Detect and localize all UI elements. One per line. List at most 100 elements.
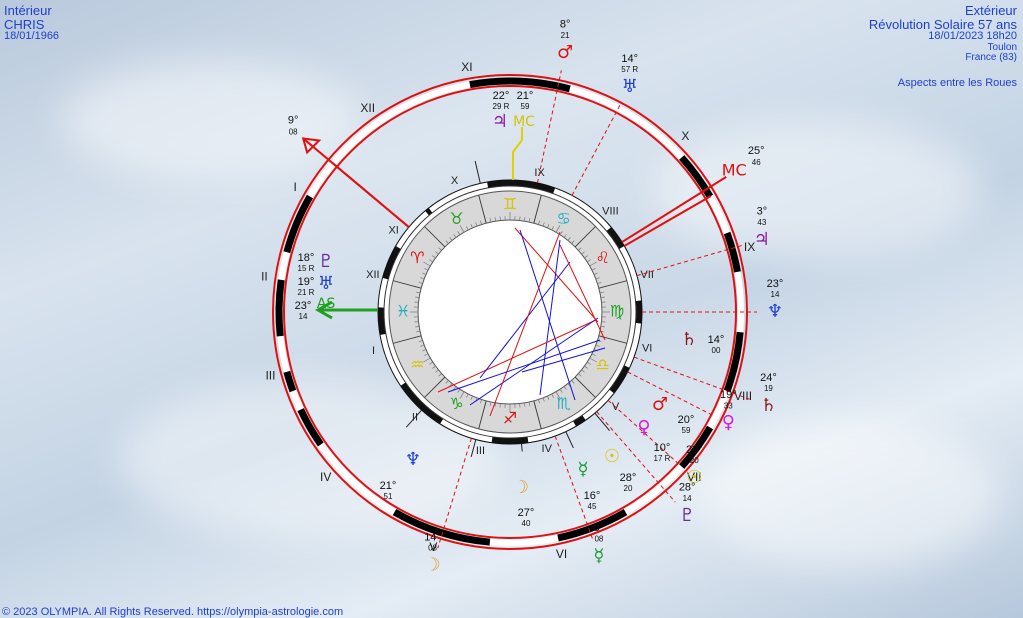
outer-house-number: III	[265, 368, 275, 382]
inner-planet-icon: ♀	[637, 417, 650, 438]
inner-planet-icon: MC	[513, 114, 535, 130]
outer-planet-degree: 8°	[560, 19, 571, 31]
inner-house-number: XII	[366, 269, 379, 281]
inner-planet-minute: 21 R	[298, 288, 315, 297]
inner-planet-degree: 27°	[518, 507, 535, 519]
outer-planet-minute: 57 R	[621, 65, 638, 74]
inner-planet-icon: ☿	[577, 459, 588, 480]
inner-planet-degree: 21°	[380, 480, 397, 492]
outer-planet-minute: 14	[771, 290, 780, 299]
inner-planet-minute: 29 R	[493, 102, 510, 111]
outer-house-number: VI	[556, 547, 567, 561]
inner-planet-minute: 51	[384, 492, 393, 501]
outer-mc-icon: MC	[722, 160, 747, 179]
inner-house-number: VI	[642, 343, 652, 355]
outer-planet-degree: 28°	[679, 482, 696, 494]
outer-planet-icon: ☿	[593, 545, 604, 566]
inner-planet-degree: 16°	[584, 490, 601, 502]
inner-planet-degree: 10°	[654, 442, 671, 454]
outer-house-number: I	[294, 180, 297, 194]
zodiac-sign-icon: ♍	[610, 302, 624, 321]
inner-planet-minute: 17 R	[654, 454, 671, 463]
inner-cusp-line	[521, 443, 523, 452]
inner-planet-icon: ♂	[652, 394, 668, 415]
inner-house-number: III	[476, 445, 485, 457]
outer-mc-minute: 46	[752, 158, 761, 167]
outer-planet-degree: 19°	[720, 389, 737, 401]
inner-planet-degree: 22°	[493, 90, 510, 102]
outer-as-degree: 9°	[288, 114, 299, 126]
outer-planet-degree: 14°	[621, 53, 638, 65]
inner-chart-center	[417, 219, 603, 405]
copyright-footer: © 2023 OLYMPIA. All Rights Reserved. htt…	[2, 606, 344, 618]
inner-house-number: XI	[388, 224, 398, 236]
zodiac-sign-icon: ♎	[595, 355, 609, 374]
outer-house-number: II	[261, 270, 268, 284]
outer-planet-degree: 14°	[424, 531, 441, 543]
inner-house-number: IV	[542, 443, 553, 455]
inner-planet-minute: 14	[299, 312, 308, 321]
inner-planet-icon: ♅	[318, 273, 334, 294]
outer-planet-degree: 8°	[594, 522, 605, 534]
outer-planet-minute: 33	[724, 401, 733, 410]
inner-planet-minute: 20	[624, 484, 633, 493]
inner-house-number: I	[372, 345, 375, 357]
zodiac-sign-icon: ♑	[449, 394, 463, 413]
outer-planet-icon: ♆	[767, 301, 783, 322]
outer-planet-icon: ♅	[622, 76, 638, 97]
outer-planet-minute: 08	[428, 544, 437, 553]
inner-planet-degree: 19°	[298, 276, 315, 288]
zodiac-sign-icon: ♈	[410, 248, 424, 267]
inner-planet-degree: 20°	[678, 414, 695, 426]
inner-planet-degree: 18°	[298, 252, 315, 264]
zodiac-sign-icon: ♒	[410, 355, 424, 374]
astrology-biwheel: ♊♋♌♍♎♏♐♑♒♓♈♉XXIXIIIIIIIIIVVVIVIIVIIIIXXI…	[261, 19, 784, 576]
zodiac-sign-icon: ♊	[503, 195, 517, 214]
zodiac-sign-icon: ♌	[595, 248, 609, 267]
inner-planet-icon: ☽	[513, 477, 529, 498]
inner-planet-degree: 21°	[517, 90, 534, 102]
outer-planet-degree: 23°	[767, 278, 784, 290]
inner-planet-minute: 40	[522, 519, 531, 528]
outer-mc-degree: 25°	[748, 145, 765, 157]
outer-planet-icon: ♂	[557, 42, 573, 63]
outer-house-number: VIII	[734, 389, 752, 403]
outer-planet-icon: ♇	[679, 505, 695, 526]
outer-planet-minute: 43	[757, 218, 766, 227]
zodiac-sign-icon: ♓	[396, 302, 410, 321]
inner-planet-icon: ☉	[604, 446, 620, 467]
inner-planet-degree: 14°	[708, 334, 725, 346]
zodiac-sign-icon: ♋	[556, 209, 570, 228]
outer-planet-icon: ♄	[760, 395, 776, 416]
outer-house-number: XI	[461, 60, 472, 74]
outer-planet-icon: ♀	[722, 412, 735, 433]
inner-house-number: VIII	[602, 205, 619, 217]
outer-planet-icon: ☽	[424, 554, 440, 575]
outer-planet-minute: 19	[764, 384, 773, 393]
inner-planet-minute: 59	[682, 426, 691, 435]
outer-planet-minute: 21	[561, 31, 570, 40]
inner-planet-minute: 45	[588, 502, 597, 511]
outer-house-number: X	[681, 129, 689, 143]
outer-planet-minute: 20	[690, 456, 699, 465]
zodiac-sign-icon: ♐	[503, 409, 517, 428]
outer-house-number: IV	[320, 470, 331, 484]
outer-as-minute: 08	[289, 128, 298, 137]
inner-planet-minute: 59	[521, 102, 530, 111]
outer-planet-degree: 3°	[757, 206, 768, 218]
outer-planet-minute: 08	[594, 534, 603, 543]
outer-planet-degree: 28°	[686, 444, 703, 456]
inner-planet-minute: 00	[712, 346, 721, 355]
outer-ring-arc	[275, 279, 285, 337]
inner-planet-degree: 28°	[620, 472, 637, 484]
inner-planet-degree: 23°	[295, 300, 312, 312]
outer-planet-icon: ♃	[754, 229, 770, 250]
outer-planet-degree: 24°	[760, 372, 777, 384]
inner-planet-icon: ♄	[681, 329, 697, 350]
inner-planet-icon: AS	[317, 296, 336, 312]
inner-planet-icon: ♆	[405, 449, 421, 470]
outer-house-number: XII	[360, 101, 375, 115]
inner-planet-icon: ♇	[318, 251, 334, 272]
zodiac-sign-icon: ♏	[556, 394, 570, 413]
inner-house-number: X	[451, 175, 459, 187]
